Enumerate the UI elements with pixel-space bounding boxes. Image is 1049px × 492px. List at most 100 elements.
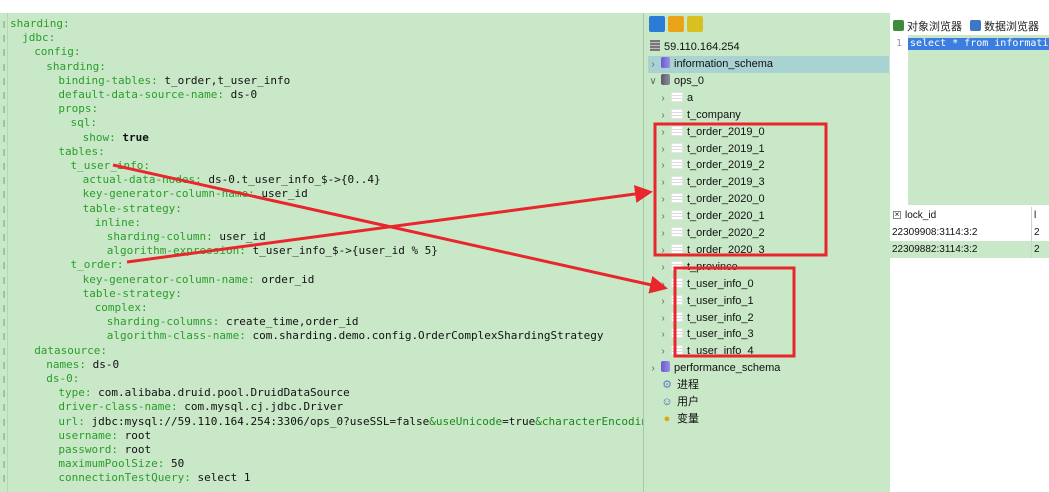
column-header-lock-id[interactable]: lock_id: [905, 207, 1030, 224]
chevron-right-icon[interactable]: ›: [658, 343, 668, 360]
chevron-down-icon[interactable]: ∨: [648, 73, 658, 90]
tree-table-node[interactable]: › t_order_2019_3: [658, 174, 765, 191]
gutter-mark: [3, 63, 5, 71]
yaml-line: sharding:: [10, 17, 70, 31]
database-icon: [661, 57, 670, 68]
tree-misc-node[interactable]: ● 变量: [660, 411, 699, 428]
tree-table-node[interactable]: › t_order_2019_0: [658, 124, 765, 141]
table-icon: [671, 260, 683, 271]
yaml-key: binding-tables:: [58, 73, 158, 87]
yaml-line: show: true: [83, 131, 149, 145]
chevron-right-icon[interactable]: ›: [658, 124, 668, 141]
yaml-key: password:: [58, 443, 118, 456]
database-icon: [661, 361, 670, 373]
tree-table-node[interactable]: › t_order_2020_2: [658, 225, 765, 242]
table-row[interactable]: 22309908:3114:3:2 2: [890, 224, 1049, 241]
yaml-line: password: root: [58, 443, 151, 457]
yaml-key: key-generator-column-name:: [82, 187, 255, 201]
chevron-right-icon[interactable]: ›: [658, 276, 668, 293]
chevron-right-icon[interactable]: ›: [648, 360, 658, 377]
tree-misc-node[interactable]: ☺ 用户: [660, 394, 699, 411]
data-browser-tab[interactable]: 数据浏览器: [970, 18, 1039, 34]
tree-table-node[interactable]: › t_user_info_2: [658, 310, 754, 327]
gutter-mark: [3, 305, 5, 312]
chevron-right-icon[interactable]: ›: [658, 293, 668, 310]
favorites-icon[interactable]: [687, 16, 703, 32]
tree-table-node[interactable]: › t_company: [658, 107, 741, 124]
yaml-key: complex:: [94, 301, 148, 314]
tree-table-node[interactable]: › t_order_2019_1: [658, 141, 765, 158]
table-icon: [671, 328, 683, 339]
yaml-key: sharding-columns:: [106, 315, 220, 329]
table-icon: [671, 227, 683, 237]
yaml-key: t_user_info:: [70, 159, 150, 172]
yaml-line: sharding:: [46, 60, 106, 74]
tree-node-label: t_user_info_0: [687, 277, 754, 290]
tree-table-node[interactable]: › t_order_2019_2: [658, 157, 765, 174]
yaml-line: names: ds-0: [46, 358, 119, 372]
result-grid[interactable]: × lock_id l 22309908:3114:3:2 2 22309882…: [890, 205, 1049, 492]
tree-misc-node[interactable]: ⚙ 进程: [660, 377, 699, 394]
yaml-key: driver-class-name:: [58, 400, 178, 414]
chevron-right-icon[interactable]: ›: [658, 225, 668, 242]
yaml-key: sharding:: [10, 17, 70, 30]
yaml-key: t_order:: [70, 258, 124, 272]
chevron-right-icon[interactable]: ›: [658, 191, 668, 208]
tree-table-node[interactable]: › t_order_2020_0: [658, 191, 765, 208]
tree-table-node[interactable]: › t_user_info_4: [658, 343, 754, 360]
chevron-right-icon[interactable]: ›: [658, 259, 668, 276]
tree-table-node[interactable]: › t_order_2020_1: [658, 208, 765, 225]
tree-node-label: ops_0: [674, 74, 704, 87]
column-header-2[interactable]: l: [1031, 207, 1049, 224]
chevron-right-icon[interactable]: ›: [658, 208, 668, 225]
table-icon: [671, 277, 683, 288]
table-icon: [671, 294, 683, 305]
tree-server-node[interactable]: 59.110.164.254: [650, 39, 740, 56]
table-row[interactable]: 22309882:3114:3:2 2: [890, 241, 1049, 258]
chevron-right-icon[interactable]: ›: [658, 310, 668, 327]
tree-database-node[interactable]: ∨ ops_0: [648, 73, 704, 90]
gutter-mark: [3, 35, 5, 43]
yaml-value: ds-0: [86, 357, 120, 371]
chevron-right-icon[interactable]: ›: [658, 141, 668, 158]
sql-text-area[interactable]: select * from information_schema: [908, 35, 1049, 205]
object-browser-tab-icon[interactable]: [649, 16, 665, 32]
tree-table-node[interactable]: › t_user_info_0: [658, 276, 754, 293]
star-folder-icon[interactable]: [668, 16, 684, 32]
chevron-right-icon[interactable]: ›: [658, 107, 668, 124]
editor-gutter: [0, 13, 8, 492]
gutter-mark: [3, 191, 5, 199]
tree-table-node[interactable]: › t_user_info_1: [658, 293, 754, 310]
tree-node-label: t_order_2020_0: [687, 193, 765, 206]
server-label: 59.110.164.254: [664, 41, 740, 53]
tree-table-node[interactable]: › t_order_2020_3: [658, 242, 765, 259]
yaml-value: ds-0: [223, 88, 258, 101]
yaml-key: names:: [46, 357, 87, 371]
tree-database-node[interactable]: › information_schema: [648, 56, 889, 73]
object-browser-tab[interactable]: 对象浏览器: [893, 18, 962, 34]
tree-database-node[interactable]: › performance_schema: [648, 360, 780, 377]
yaml-value: select 1: [190, 471, 251, 485]
sql-editor[interactable]: 1 select * from information_schema: [890, 35, 1049, 205]
chevron-right-icon[interactable]: ›: [658, 90, 668, 107]
yaml-value: com.mysql.cj.jdbc.Driver: [177, 400, 344, 414]
chevron-right-icon[interactable]: ›: [658, 326, 668, 343]
sql-query-text[interactable]: select * from information_schema: [908, 38, 1049, 50]
tree-node-label: t_order_2019_0: [687, 125, 765, 138]
yaml-line: maximumPoolSize: 50: [58, 457, 184, 471]
chevron-right-icon[interactable]: ›: [648, 56, 658, 73]
gutter-mark: [3, 347, 5, 355]
yaml-key: inline:: [94, 215, 142, 229]
tree-table-node[interactable]: › t_province: [658, 259, 738, 276]
chevron-right-icon[interactable]: ›: [658, 242, 668, 259]
chevron-right-icon[interactable]: ›: [658, 174, 668, 191]
table-icon: [671, 311, 683, 322]
yaml-key: show:: [82, 130, 116, 144]
yaml-editor[interactable]: sharding: jdbc: config: sharding: binding-ta…: [0, 13, 643, 492]
tree-table-node[interactable]: › t_user_info_3: [658, 326, 754, 343]
tree-node-label: t_user_info_4: [687, 345, 754, 358]
chevron-right-icon[interactable]: ›: [658, 157, 668, 174]
data-browser-icon: [970, 20, 981, 31]
close-icon[interactable]: ×: [893, 211, 901, 219]
tree-table-node[interactable]: › a: [658, 90, 693, 107]
